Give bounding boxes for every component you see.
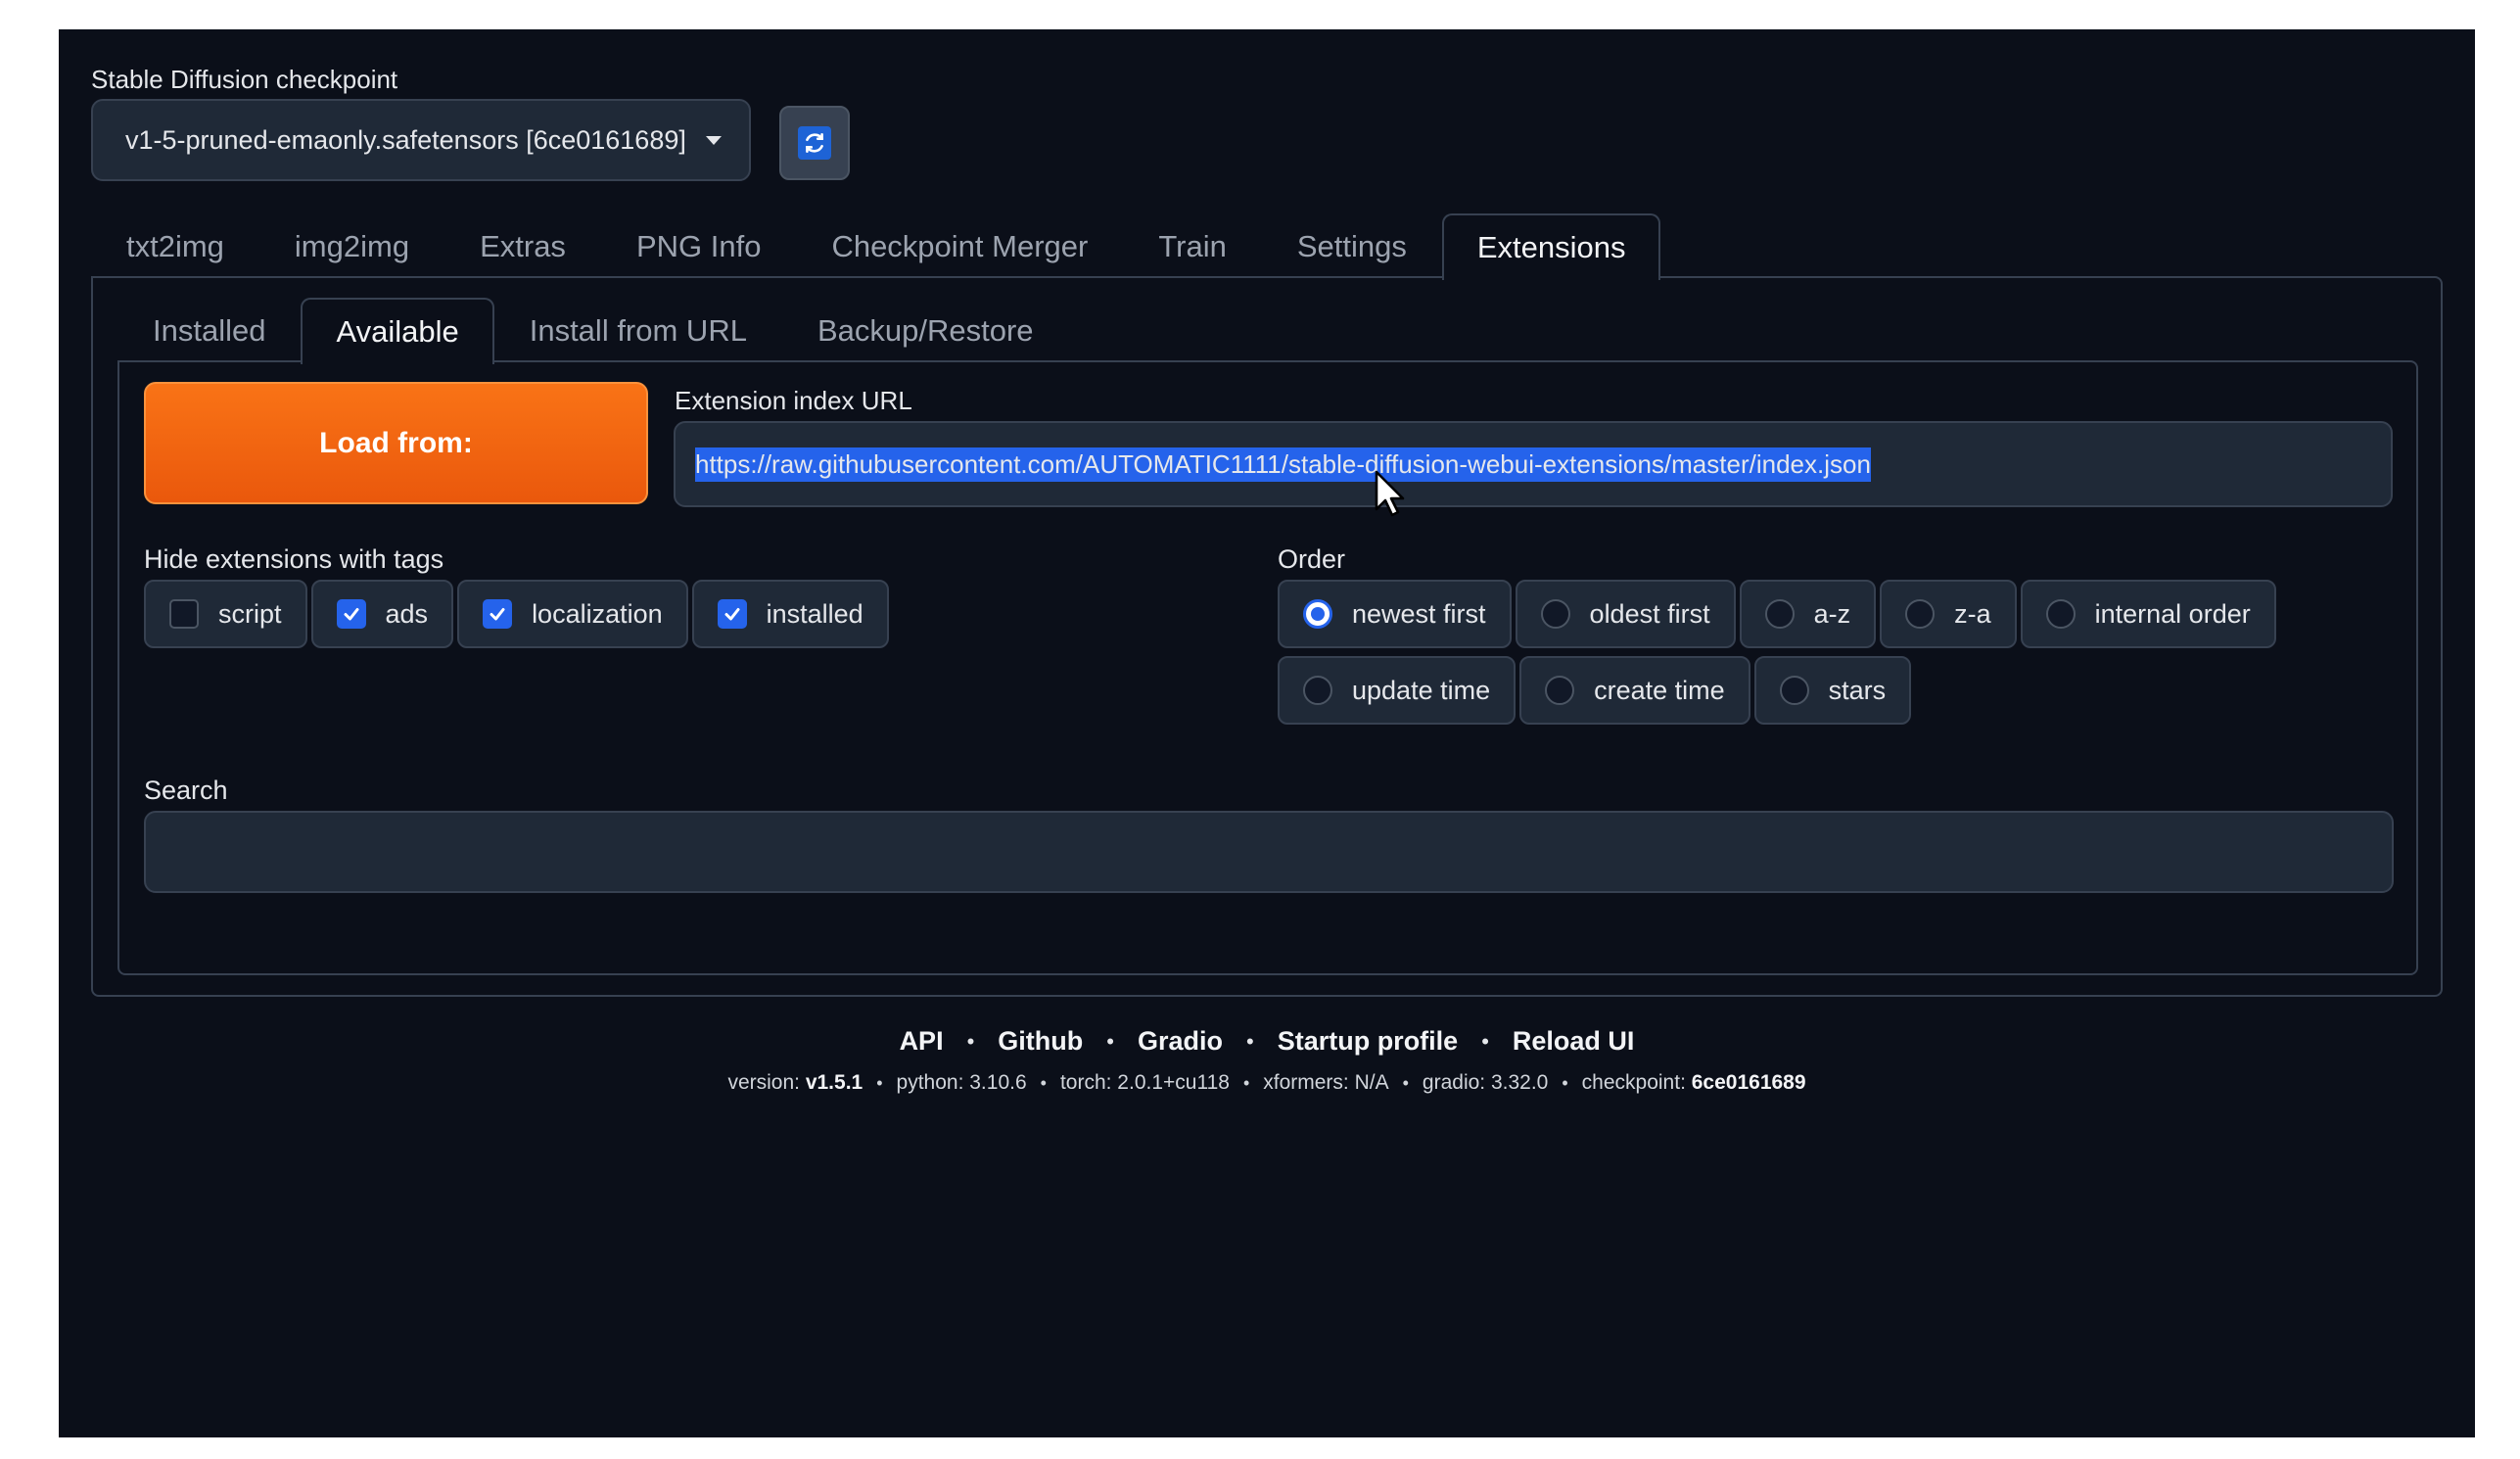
separator-dot: • bbox=[1402, 1072, 1409, 1093]
subtab-backup-restore[interactable]: Backup/Restore bbox=[782, 298, 1069, 362]
order-radio-newest-first[interactable]: newest first bbox=[1278, 580, 1512, 648]
extension-index-url-value: https://raw.githubusercontent.com/AUTOMA… bbox=[695, 447, 1871, 482]
footer-link-startup-profile[interactable]: Startup profile bbox=[1278, 1026, 1459, 1057]
order-label: Order bbox=[1278, 544, 1346, 574]
checkpoint-label: Stable Diffusion checkpoint bbox=[91, 65, 398, 94]
tag-checkbox-script[interactable]: script bbox=[144, 580, 307, 648]
version-value: v1.5.1 bbox=[805, 1071, 863, 1094]
separator-dot: • bbox=[1040, 1072, 1047, 1093]
torch-version: torch: 2.0.1+cu118 bbox=[1059, 1071, 1230, 1094]
footer-link-reload-ui[interactable]: Reload UI bbox=[1513, 1026, 1635, 1057]
tab-png-info[interactable]: PNG Info bbox=[601, 213, 797, 278]
footer-versions: version: v1.5.1 • python: 3.10.6 • torch… bbox=[59, 1071, 2475, 1095]
python-version: python: 3.10.6 bbox=[896, 1071, 1027, 1094]
tab-settings[interactable]: Settings bbox=[1262, 213, 1442, 278]
extension-index-url-input[interactable]: https://raw.githubusercontent.com/AUTOMA… bbox=[674, 421, 2393, 507]
search-input[interactable] bbox=[144, 811, 2394, 893]
order-radio-group: newest first oldest first a-z z-a intern… bbox=[1278, 580, 2276, 648]
checkpoint-value: v1-5-pruned-emaonly.safetensors [6ce0161… bbox=[125, 124, 686, 155]
xformers-version: xformers: N/A bbox=[1263, 1071, 1389, 1094]
tab-checkpoint-merger[interactable]: Checkpoint Merger bbox=[796, 213, 1123, 278]
refresh-checkpoint-button[interactable] bbox=[779, 106, 850, 180]
chevron-down-icon bbox=[705, 135, 722, 145]
main-tabs: txt2img img2img Extras PNG Info Checkpoi… bbox=[91, 213, 1661, 280]
order-radio-create-time[interactable]: create time bbox=[1519, 656, 1750, 725]
order-radio-update-time[interactable]: update time bbox=[1278, 656, 1517, 725]
tag-checkbox-localization[interactable]: localization bbox=[457, 580, 688, 648]
order-option-label: newest first bbox=[1352, 598, 1486, 629]
extensions-panel: Installed Available Install from URL Bac… bbox=[91, 276, 2443, 997]
tag-label: installed bbox=[766, 598, 863, 629]
tag-label: localization bbox=[532, 598, 663, 629]
checkpoint-dropdown[interactable]: v1-5-pruned-emaonly.safetensors [6ce0161… bbox=[91, 99, 751, 181]
order-option-label: z-a bbox=[1954, 598, 1991, 629]
order-radio-internal-order[interactable]: internal order bbox=[2020, 580, 2276, 648]
radio-unselected-icon bbox=[1764, 599, 1795, 629]
extension-index-url-label: Extension index URL bbox=[675, 386, 912, 415]
subtab-available[interactable]: Available bbox=[301, 298, 494, 364]
footer-link-github[interactable]: Github bbox=[998, 1026, 1083, 1057]
radio-selected-icon bbox=[1303, 599, 1332, 629]
version-info: version: v1.5.1 bbox=[727, 1071, 863, 1095]
checkmark-icon bbox=[717, 599, 747, 629]
order-option-label: update time bbox=[1352, 675, 1491, 705]
tag-checkbox-installed[interactable]: installed bbox=[691, 580, 889, 648]
footer-link-gradio[interactable]: Gradio bbox=[1138, 1026, 1223, 1057]
gradio-version: gradio: 3.32.0 bbox=[1422, 1071, 1549, 1094]
subtab-installed[interactable]: Installed bbox=[117, 298, 301, 362]
separator-dot: • bbox=[1242, 1072, 1250, 1093]
refresh-icon bbox=[798, 126, 831, 160]
tab-img2img[interactable]: img2img bbox=[259, 213, 444, 278]
tab-extras[interactable]: Extras bbox=[444, 213, 601, 278]
available-panel: Load from: Extension index URL https://r… bbox=[117, 360, 2418, 975]
separator-dot: • bbox=[876, 1072, 883, 1093]
radio-unselected-icon bbox=[1303, 676, 1332, 705]
extensions-subtabs: Installed Available Install from URL Bac… bbox=[117, 298, 1069, 364]
order-radio-stars[interactable]: stars bbox=[1753, 656, 1912, 725]
tag-label: script bbox=[218, 598, 282, 629]
order-option-label: stars bbox=[1828, 675, 1887, 705]
tab-train[interactable]: Train bbox=[1123, 213, 1261, 278]
radio-unselected-icon bbox=[1779, 676, 1809, 705]
checkmark-icon bbox=[336, 599, 366, 629]
tab-extensions[interactable]: Extensions bbox=[1441, 213, 1661, 280]
hide-tags-group: script ads localization installed bbox=[144, 580, 889, 648]
radio-unselected-icon bbox=[1540, 599, 1570, 629]
search-label: Search bbox=[144, 776, 228, 805]
footer-link-api[interactable]: API bbox=[900, 1026, 944, 1057]
load-from-button[interactable]: Load from: bbox=[144, 382, 648, 504]
checkpoint-info-label: checkpoint: bbox=[1581, 1071, 1686, 1094]
mouse-cursor-icon bbox=[1375, 470, 1405, 517]
tag-label: ads bbox=[385, 598, 429, 629]
checkmark-icon bbox=[483, 599, 513, 629]
radio-unselected-icon bbox=[2045, 599, 2076, 629]
radio-unselected-icon bbox=[1905, 599, 1936, 629]
tab-txt2img[interactable]: txt2img bbox=[91, 213, 259, 278]
checkpoint-hash: 6ce0161689 bbox=[1691, 1071, 1806, 1094]
separator-dot: • bbox=[1245, 1028, 1254, 1054]
order-radio-z-a[interactable]: z-a bbox=[1880, 580, 2017, 648]
checkbox-unchecked-icon bbox=[169, 599, 199, 629]
hide-tags-label: Hide extensions with tags bbox=[144, 544, 444, 574]
version-label: version: bbox=[727, 1071, 800, 1094]
app-window: Stable Diffusion checkpoint v1-5-pruned-… bbox=[59, 29, 2475, 1437]
checkpoint-info: checkpoint: 6ce0161689 bbox=[1582, 1071, 1806, 1095]
separator-dot: • bbox=[1481, 1028, 1489, 1054]
order-radio-group-row2: update time create time stars bbox=[1278, 656, 1912, 725]
order-option-label: oldest first bbox=[1589, 598, 1710, 629]
footer-links: API • Github • Gradio • Startup profile … bbox=[59, 1026, 2475, 1057]
radio-unselected-icon bbox=[1545, 676, 1575, 705]
separator-dot: • bbox=[1562, 1072, 1568, 1093]
order-option-label: create time bbox=[1594, 675, 1725, 705]
order-radio-oldest-first[interactable]: oldest first bbox=[1515, 580, 1736, 648]
separator-dot: • bbox=[1106, 1028, 1114, 1054]
subtab-install-from-url[interactable]: Install from URL bbox=[494, 298, 782, 362]
order-option-label: a-z bbox=[1813, 598, 1851, 629]
separator-dot: • bbox=[966, 1028, 975, 1054]
order-option-label: internal order bbox=[2094, 598, 2251, 629]
tag-checkbox-ads[interactable]: ads bbox=[310, 580, 454, 648]
order-radio-a-z[interactable]: a-z bbox=[1739, 580, 1877, 648]
